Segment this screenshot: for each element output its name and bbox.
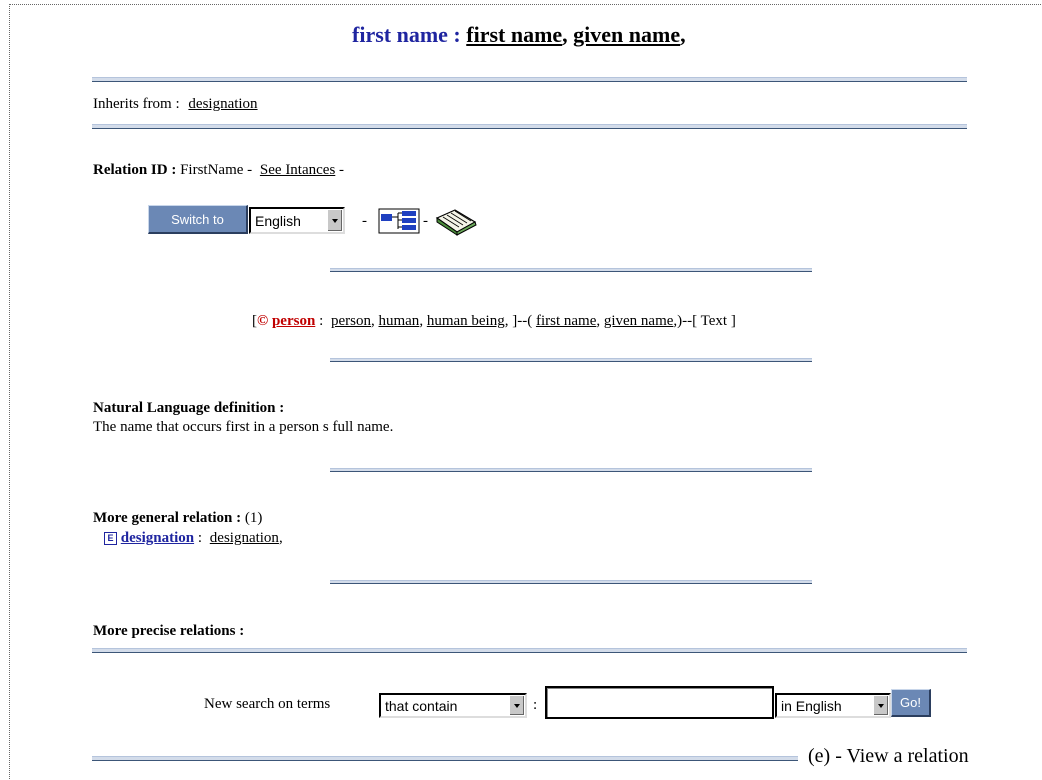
search-label: New search on terms: [204, 696, 331, 712]
divider: [330, 268, 812, 272]
search-colon: :: [533, 697, 538, 713]
title-term-first-name[interactable]: first name: [466, 22, 562, 47]
divider: [92, 124, 967, 129]
relation-id-row: Relation ID : FirstName - See Intances -: [93, 162, 344, 179]
precise-relations-title: More precise relations :: [93, 623, 245, 639]
concept-symbol-icon: ©: [257, 313, 269, 329]
search-language-select[interactable]: in English: [775, 693, 891, 718]
book-icon[interactable]: [433, 208, 479, 236]
see-instances-link[interactable]: See Intances: [260, 162, 335, 178]
inherits-link[interactable]: designation: [188, 96, 257, 112]
divider: [92, 77, 967, 82]
relation-id-value: FirstName -: [180, 162, 253, 178]
general-relation-synonym-link[interactable]: designation: [210, 530, 279, 546]
title-separator: ,: [562, 22, 568, 47]
relation-id-trail: -: [339, 162, 345, 178]
general-relation-count: (1): [244, 510, 263, 526]
general-relation-title: More general relation :: [93, 510, 242, 526]
relation-first-name-link[interactable]: first name: [536, 313, 596, 329]
concept-person-link[interactable]: person: [272, 313, 315, 329]
search-mode-value: that contain: [385, 697, 458, 714]
divider: [92, 648, 967, 653]
title-term-given-name[interactable]: given name: [573, 22, 680, 47]
dash-separator: -: [423, 213, 428, 229]
general-relation-link[interactable]: designation: [121, 530, 194, 546]
page-frame: [9, 4, 1041, 779]
general-relation-item: E designation : designation,: [104, 530, 283, 547]
search-mode-select[interactable]: that contain: [379, 693, 527, 718]
general-relation-colon: :: [197, 530, 203, 546]
divider: [330, 468, 812, 472]
synonym-human-link[interactable]: human: [378, 313, 419, 329]
divider: [330, 580, 812, 584]
page-title: first name : first name, given name,: [352, 22, 686, 48]
search-input[interactable]: [545, 686, 774, 719]
switch-to-button[interactable]: Switch to: [148, 205, 248, 234]
language-select-value: English: [255, 212, 301, 229]
chevron-down-icon[interactable]: [509, 696, 524, 715]
relation-id-label: Relation ID :: [93, 162, 177, 178]
title-trail: ,: [680, 22, 686, 47]
signature-colon: :: [319, 313, 324, 329]
relation-symbol-icon: E: [104, 532, 117, 546]
definition-text: The name that occurs first in a person s…: [93, 419, 394, 435]
relation-given-name-link[interactable]: given name: [604, 313, 674, 329]
general-relation-trail: ,: [278, 530, 283, 546]
dash-separator: -: [362, 213, 367, 229]
relation-signature: [© person : person, human, human being, …: [252, 313, 736, 329]
synonym-human-being-link[interactable]: human being: [427, 313, 505, 329]
search-language-value: in English: [781, 697, 842, 714]
chevron-down-icon[interactable]: [873, 696, 888, 715]
language-select[interactable]: English: [249, 207, 345, 234]
signature-close: ,)--[ Text ]: [673, 313, 736, 329]
figure-caption: (e) - View a relation: [808, 745, 969, 767]
inherits-label: Inherits from :: [93, 96, 180, 112]
title-label: first name :: [352, 22, 461, 47]
synonym-person-link[interactable]: person: [331, 313, 371, 329]
chevron-down-icon[interactable]: [327, 210, 342, 231]
definition-title: Natural Language definition :: [93, 400, 285, 416]
divider: [330, 358, 812, 362]
hierarchy-icon[interactable]: [378, 208, 420, 234]
go-button[interactable]: Go!: [891, 689, 931, 717]
general-relation-header: More general relation : (1): [93, 510, 262, 527]
divider: [92, 756, 798, 761]
signature-mid: , ]--(: [504, 313, 533, 329]
inherits-row: Inherits from : designation: [93, 96, 258, 113]
